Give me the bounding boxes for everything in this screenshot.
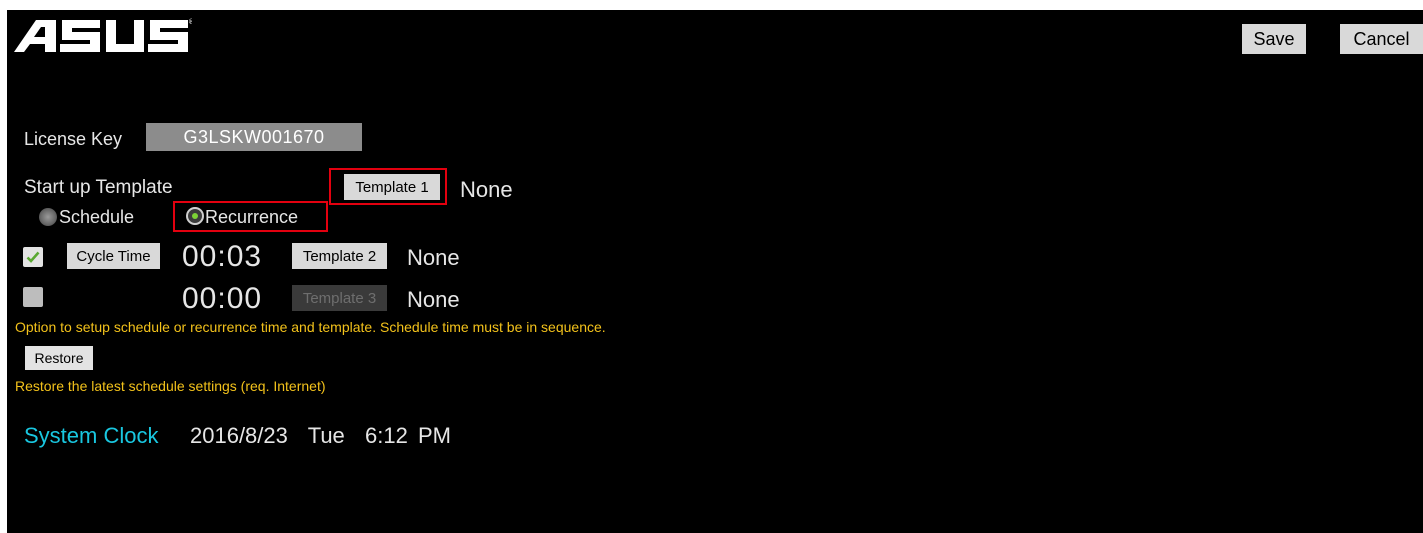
template-2-button[interactable]: Template 2 bbox=[292, 243, 387, 269]
recurrence-radio-label[interactable]: Recurrence bbox=[205, 207, 298, 228]
restore-button[interactable]: Restore bbox=[25, 346, 93, 370]
asus-logo: ® bbox=[12, 15, 192, 55]
restore-hint-text: Restore the latest schedule settings (re… bbox=[15, 378, 326, 394]
row-1-template-value: None bbox=[407, 245, 460, 270]
cancel-button[interactable]: Cancel bbox=[1340, 24, 1423, 54]
recurrence-radio[interactable] bbox=[186, 207, 204, 225]
checkmark-icon bbox=[26, 251, 40, 263]
template-3-button: Template 3 bbox=[292, 285, 387, 311]
cycle-time-button[interactable]: Cycle Time bbox=[67, 243, 160, 269]
row-1-checkbox[interactable] bbox=[23, 247, 43, 267]
settings-screen: ® Save Cancel License Key G3LSKW001670 S… bbox=[7, 10, 1423, 533]
row-2-time[interactable]: 00:00 bbox=[182, 282, 262, 316]
startup-template-value: None bbox=[460, 177, 513, 202]
option-hint-text: Option to setup schedule or recurrence t… bbox=[15, 319, 606, 335]
svg-text:®: ® bbox=[188, 18, 192, 26]
system-clock-label: System Clock bbox=[24, 423, 159, 448]
row-2-checkbox[interactable] bbox=[23, 287, 43, 307]
row-1-time[interactable]: 00:03 bbox=[182, 240, 262, 274]
system-clock-value: 2016/8/23 Tue 6:12 PM bbox=[190, 423, 451, 448]
startup-template-label: Start up Template bbox=[24, 177, 173, 198]
schedule-radio-label[interactable]: Schedule bbox=[59, 207, 134, 228]
license-key-label: License Key bbox=[24, 129, 123, 149]
asus-logo-icon: ® bbox=[14, 18, 192, 52]
license-key-value: G3LSKW001670 bbox=[146, 123, 362, 151]
save-button[interactable]: Save bbox=[1242, 24, 1306, 54]
template-1-button[interactable]: Template 1 bbox=[344, 174, 440, 200]
schedule-radio[interactable] bbox=[39, 208, 57, 226]
radio-selected-dot bbox=[192, 213, 198, 219]
row-2-template-value: None bbox=[407, 287, 460, 312]
